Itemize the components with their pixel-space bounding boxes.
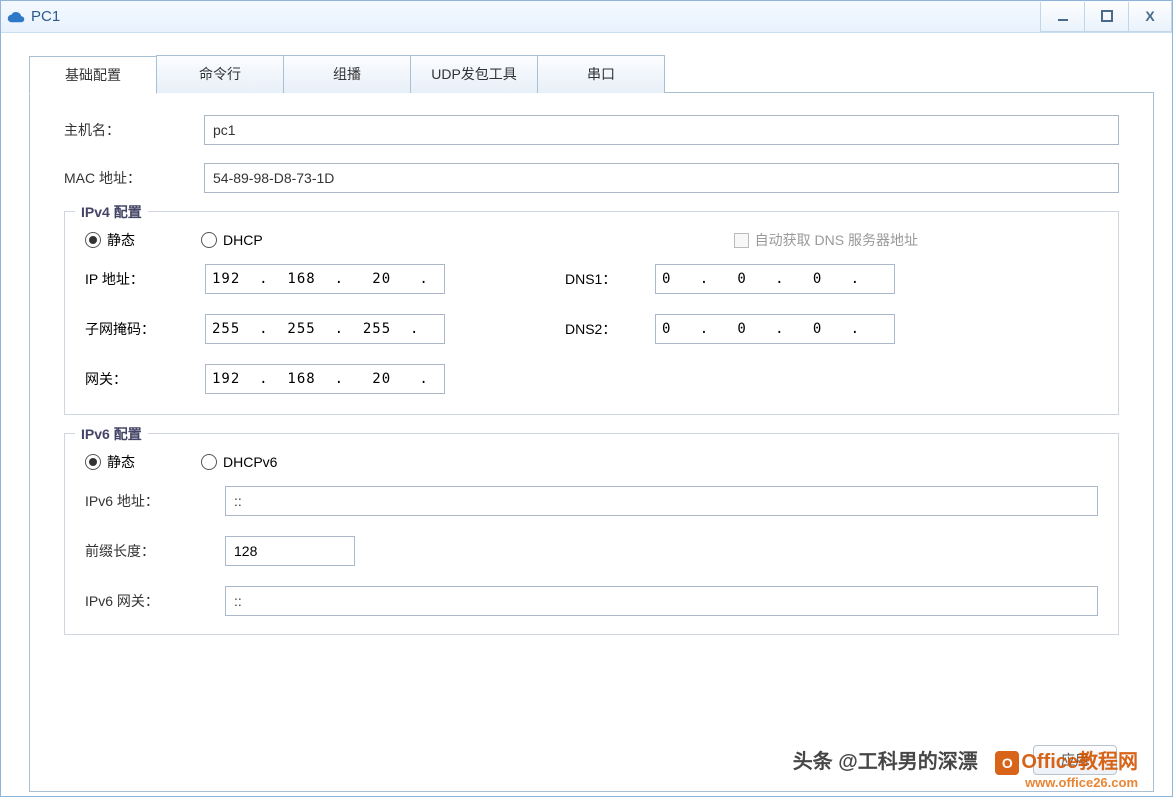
ipv6-gw-label: IPv6 网关： xyxy=(85,591,225,611)
hostname-input[interactable] xyxy=(204,115,1119,145)
mac-input[interactable] xyxy=(204,163,1119,193)
checkbox-icon xyxy=(734,233,749,248)
auto-dns-checkbox[interactable]: 自动获取 DNS 服务器地址 xyxy=(734,230,918,250)
tab-multicast[interactable]: 组播 xyxy=(283,55,411,93)
hostname-label: 主机名： xyxy=(64,120,204,140)
prefix-length-input[interactable] xyxy=(225,536,355,566)
gateway-input[interactable] xyxy=(205,364,445,394)
dns1-label: DNS1： xyxy=(565,269,655,289)
ipv6-gateway-input[interactable] xyxy=(225,586,1098,616)
dns2-label: DNS2： xyxy=(565,319,655,339)
ipv4-dhcp-radio[interactable]: DHCP xyxy=(201,232,263,248)
window-controls: X xyxy=(1040,2,1172,32)
radio-checked-icon xyxy=(85,232,101,248)
subnet-mask-input[interactable] xyxy=(205,314,445,344)
apply-button[interactable]: 应用 xyxy=(1033,745,1117,775)
radio-unchecked-icon xyxy=(201,454,217,470)
dns1-input[interactable] xyxy=(655,264,895,294)
mask-label: 子网掩码： xyxy=(85,319,205,339)
tab-command-line[interactable]: 命令行 xyxy=(156,55,284,93)
mac-label: MAC 地址： xyxy=(64,168,204,188)
dns2-input[interactable] xyxy=(655,314,895,344)
titlebar: PC1 X xyxy=(1,1,1172,33)
ipv4-grid: IP 地址： 子网掩码： 网关： DNS1： xyxy=(85,264,1098,400)
mac-row: MAC 地址： xyxy=(64,163,1119,193)
minimize-button[interactable] xyxy=(1040,2,1084,32)
ipv6-addr-label: IPv6 地址： xyxy=(85,491,225,511)
titlebar-left: PC1 xyxy=(7,8,60,26)
prefix-label: 前缀长度： xyxy=(85,541,225,561)
window-title: PC1 xyxy=(31,8,60,25)
app-window: PC1 X 基础配置 命令行 组播 UDP发包工具 串口 主机名： MAC 地址… xyxy=(0,0,1173,797)
ipv4-static-label: 静态 xyxy=(107,230,135,250)
radio-checked-icon xyxy=(85,454,101,470)
ipv6-static-radio[interactable]: 静态 xyxy=(85,452,135,472)
ipv4-static-radio[interactable]: 静态 xyxy=(85,230,135,250)
ipv4-legend: IPv4 配置 xyxy=(75,202,148,222)
auto-dns-label: 自动获取 DNS 服务器地址 xyxy=(755,230,918,250)
hostname-row: 主机名： xyxy=(64,115,1119,145)
ipv4-dhcp-label: DHCP xyxy=(223,232,263,248)
ip-address-input[interactable] xyxy=(205,264,445,294)
ipv6-dhcpv6-radio[interactable]: DHCPv6 xyxy=(201,454,277,470)
tab-serial[interactable]: 串口 xyxy=(537,55,665,93)
ipv6-static-label: 静态 xyxy=(107,452,135,472)
ipv6-legend: IPv6 配置 xyxy=(75,424,148,444)
maximize-button[interactable] xyxy=(1084,2,1128,32)
radio-unchecked-icon xyxy=(201,232,217,248)
gateway-label: 网关： xyxy=(85,369,205,389)
ipv6-dhcpv6-label: DHCPv6 xyxy=(223,454,277,470)
app-cloud-icon xyxy=(7,8,25,26)
tab-udp-tool[interactable]: UDP发包工具 xyxy=(410,55,538,93)
close-button[interactable]: X xyxy=(1128,2,1172,32)
tab-basic-config[interactable]: 基础配置 xyxy=(29,56,157,94)
ip-label: IP 地址： xyxy=(85,269,205,289)
ipv6-address-input[interactable] xyxy=(225,486,1098,516)
config-panel: 主机名： MAC 地址： IPv4 配置 静态 DHCP xyxy=(29,92,1154,792)
ipv6-fieldset: IPv6 配置 静态 DHCPv6 IPv6 地址： 前缀长度： xyxy=(64,433,1119,635)
tab-bar: 基础配置 命令行 组播 UDP发包工具 串口 xyxy=(29,55,1172,93)
ipv4-fieldset: IPv4 配置 静态 DHCP 自动获取 DNS 服务器地址 xyxy=(64,211,1119,415)
